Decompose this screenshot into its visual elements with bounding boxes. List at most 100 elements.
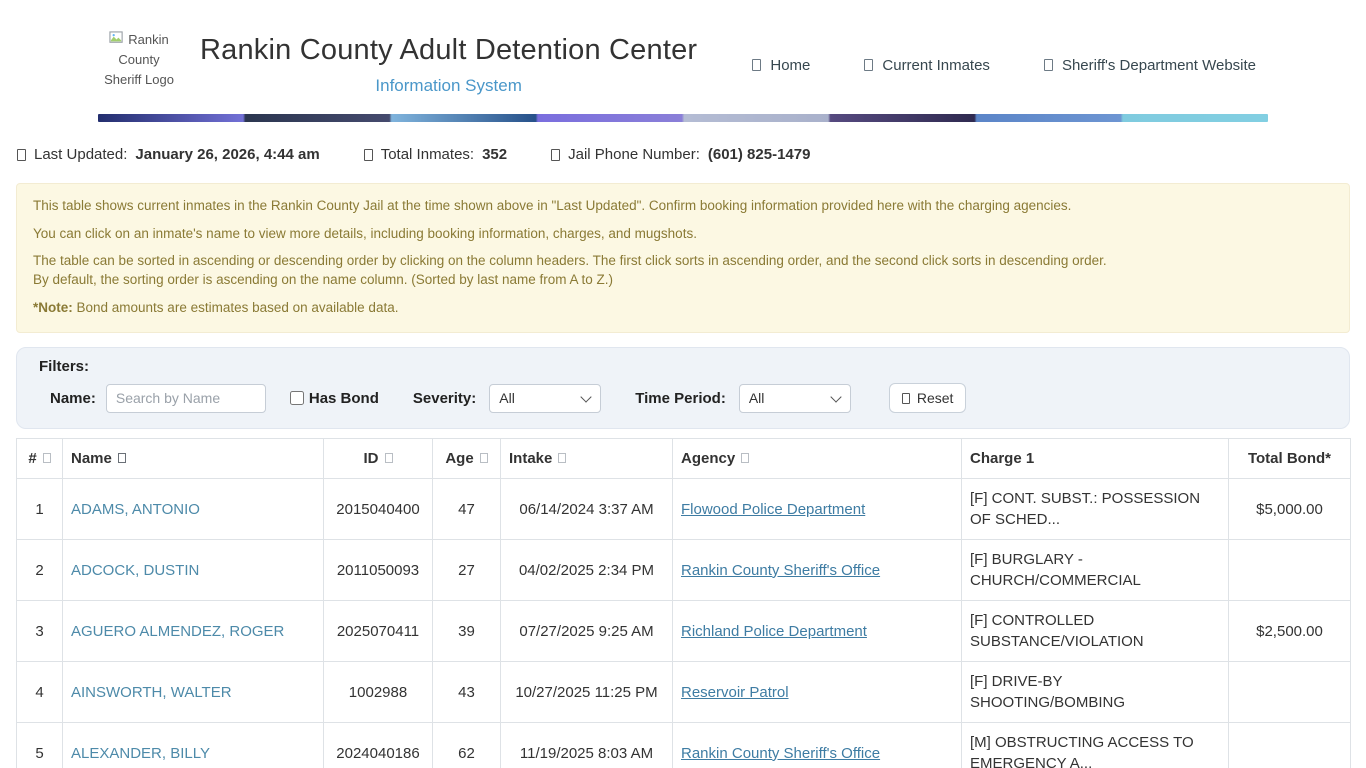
row-number: 4 [17,662,63,723]
time-period-filter-label: Time Period: [635,390,726,407]
col-header-agency[interactable]: Agency [673,439,962,479]
table-row: 4 AINSWORTH, WALTER 1002988 43 10/27/202… [17,662,1351,723]
col-header-id[interactable]: ID [324,439,433,479]
agency-link[interactable]: Rankin County Sheriff's Office [681,562,880,579]
reset-icon [902,393,910,404]
table-row: 5 ALEXANDER, BILLY 2024040186 62 11/19/2… [17,723,1351,768]
inmate-age: 62 [433,723,501,768]
severity-select[interactable]: All [489,384,601,413]
sort-icon [741,453,749,463]
sheriff-logo-broken-image: Rankin County Sheriff Logo [98,30,180,100]
inmate-name-link[interactable]: AINSWORTH, WALTER [71,684,232,701]
inmate-name-cell: ALEXANDER, BILLY [63,723,324,768]
reset-label: Reset [917,390,954,406]
nav-current-inmates[interactable]: Current Inmates [864,57,990,74]
intake-datetime: 07/27/2025 9:25 AM [501,601,673,662]
col-number-label: # [28,450,36,467]
inmates-icon [864,59,873,71]
nav-home[interactable]: Home [752,57,810,74]
total-bond: $2,500.00 [1229,601,1351,662]
inmate-id: 2025070411 [324,601,433,662]
inmate-id: 2011050093 [324,540,433,601]
agency-cell: Flowood Police Department [673,479,962,540]
inmate-id: 1002988 [324,662,433,723]
filters-title: Filters: [29,358,1337,375]
intake-datetime: 06/14/2024 3:37 AM [501,479,673,540]
charge-1: [F] DRIVE-BY SHOOTING/BOMBING [962,662,1229,723]
sort-icon [558,453,566,463]
col-header-charge1[interactable]: Charge 1 [962,439,1229,479]
info-notice: This table shows current inmates in the … [16,183,1350,333]
home-icon [752,59,761,71]
inmate-age: 27 [433,540,501,601]
sort-icon-active [118,453,126,463]
inmate-name-cell: ADCOCK, DUSTIN [63,540,324,601]
total-bond [1229,540,1351,601]
has-bond-checkbox[interactable] [290,391,304,405]
nav-sheriff-website[interactable]: Sheriff's Department Website [1044,57,1256,74]
total-inmates-label: Total Inmates: [381,146,474,163]
intake-datetime: 04/02/2025 2:34 PM [501,540,673,601]
clock-icon [17,149,26,161]
nav-home-label: Home [770,57,810,74]
note-label: *Note: [33,300,73,315]
stat-last-updated: Last Updated: January 26, 2026, 4:44 am [17,146,320,163]
agency-cell: Reservoir Patrol [673,662,962,723]
name-filter-label: Name: [50,390,96,407]
filters-panel: Filters: Name: Has Bond Severity: All Ti… [16,347,1350,429]
table-row: 3 AGUERO ALMENDEZ, ROGER 2025070411 39 0… [17,601,1351,662]
row-number: 2 [17,540,63,601]
inmate-age: 47 [433,479,501,540]
last-updated-label: Last Updated: [34,146,127,163]
col-id-label: ID [364,450,379,467]
notice-sorting-text: The table can be sorted in ascending or … [33,253,1107,268]
header: Rankin County Sheriff Logo Rankin County… [98,30,1268,122]
col-header-number[interactable]: # [17,439,63,479]
col-intake-label: Intake [509,450,552,467]
row-number: 3 [17,601,63,662]
inmate-name-cell: AINSWORTH, WALTER [63,662,324,723]
col-header-name[interactable]: Name [63,439,324,479]
time-period-select[interactable]: All [739,384,851,413]
people-icon [364,149,373,161]
table-row: 2 ADCOCK, DUSTIN 2011050093 27 04/02/202… [17,540,1351,601]
inmate-id: 2024040186 [324,723,433,768]
inmate-name-link[interactable]: ALEXANDER, BILLY [71,745,210,762]
stat-total-inmates: Total Inmates: 352 [364,146,507,163]
inmate-name-link[interactable]: AGUERO ALMENDEZ, ROGER [71,623,284,640]
inmate-name-link[interactable]: ADAMS, ANTONIO [71,501,200,518]
agency-cell: Richland Police Department [673,601,962,662]
nav-current-inmates-label: Current Inmates [882,57,990,74]
agency-link[interactable]: Flowood Police Department [681,501,865,518]
col-header-total-bond[interactable]: Total Bond* [1229,439,1351,479]
col-header-age[interactable]: Age [433,439,501,479]
severity-select-wrap: All [489,384,601,413]
col-header-intake[interactable]: Intake [501,439,673,479]
sort-icon [43,453,51,463]
header-gradient-divider [98,114,1268,122]
last-updated-value: January 26, 2026, 4:44 am [135,146,319,163]
nav-sheriff-website-label: Sheriff's Department Website [1062,57,1256,74]
has-bond-filter[interactable]: Has Bond [290,390,379,407]
col-agency-label: Agency [681,450,735,467]
notice-line-2: You can click on an inmate's name to vie… [33,225,1333,244]
main-nav: Home Current Inmates Sheriff's Departmen… [752,57,1268,74]
reset-filters-button[interactable]: Reset [889,383,967,413]
row-number: 1 [17,479,63,540]
total-bond [1229,662,1351,723]
row-number: 5 [17,723,63,768]
search-name-input[interactable] [106,384,266,413]
total-inmates-value: 352 [482,146,507,163]
total-bond: $5,000.00 [1229,479,1351,540]
col-total-bond-label: Total Bond* [1248,450,1331,467]
table-row: 1 ADAMS, ANTONIO 2015040400 47 06/14/202… [17,479,1351,540]
inmates-table: # Name ID Age Intake Agency Charge 1 Tot… [16,438,1351,768]
table-header-row: # Name ID Age Intake Agency Charge 1 Tot… [17,439,1351,479]
agency-link[interactable]: Rankin County Sheriff's Office [681,745,880,762]
agency-link[interactable]: Reservoir Patrol [681,684,789,701]
phone-icon [551,149,560,161]
time-period-select-wrap: All [739,384,851,413]
agency-link[interactable]: Richland Police Department [681,623,867,640]
charge-1: [F] CONT. SUBST.: POSSESSION OF SCHED... [962,479,1229,540]
inmate-name-link[interactable]: ADCOCK, DUSTIN [71,562,199,579]
